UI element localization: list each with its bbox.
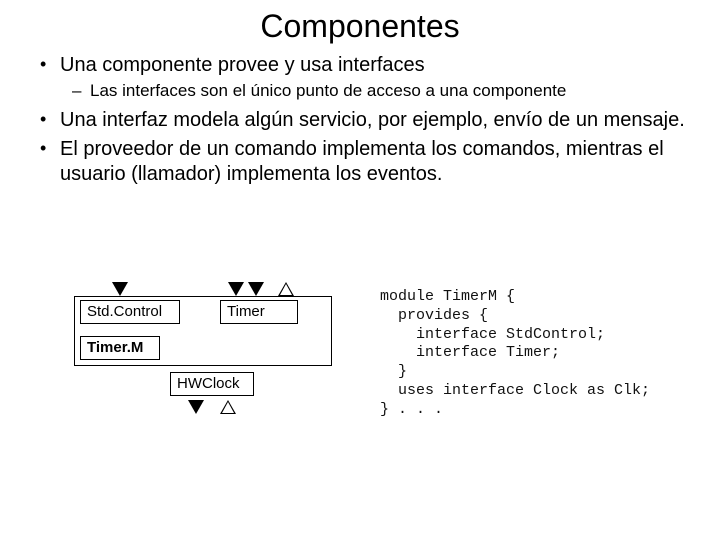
provides-triangle-icon	[188, 400, 204, 414]
uses-triangle-icon	[220, 400, 236, 414]
bullet-1a: Las interfaces son el único punto de acc…	[90, 80, 686, 102]
module-timerm: Timer.M	[80, 336, 160, 360]
code-snippet: module TimerM { provides { interface Std…	[380, 288, 650, 419]
bullet-3: El proveedor de un comando implementa lo…	[56, 137, 686, 187]
component-diagram: Std.Control Timer Timer.M HWClock	[70, 280, 370, 480]
bullet-1-text: Una componente provee y usa interfaces	[60, 54, 425, 76]
figure: Std.Control Timer Timer.M HWClock module…	[70, 280, 670, 500]
provides-triangle-icon	[112, 282, 128, 296]
bullet-2: Una interfaz modela algún servicio, por …	[56, 108, 686, 133]
sub-bullet-list: Las interfaces son el único punto de acc…	[60, 80, 686, 102]
provides-triangle-icon	[248, 282, 264, 296]
provides-triangle-icon	[228, 282, 244, 296]
uses-triangle-icon	[278, 282, 294, 296]
interface-hwclock: HWClock	[170, 372, 254, 396]
bullet-list: Una componente provee y usa interfaces L…	[34, 53, 686, 187]
slide-title: Componentes	[34, 8, 686, 45]
bullet-1: Una componente provee y usa interfaces L…	[56, 53, 686, 102]
slide: Componentes Una componente provee y usa …	[0, 0, 720, 540]
